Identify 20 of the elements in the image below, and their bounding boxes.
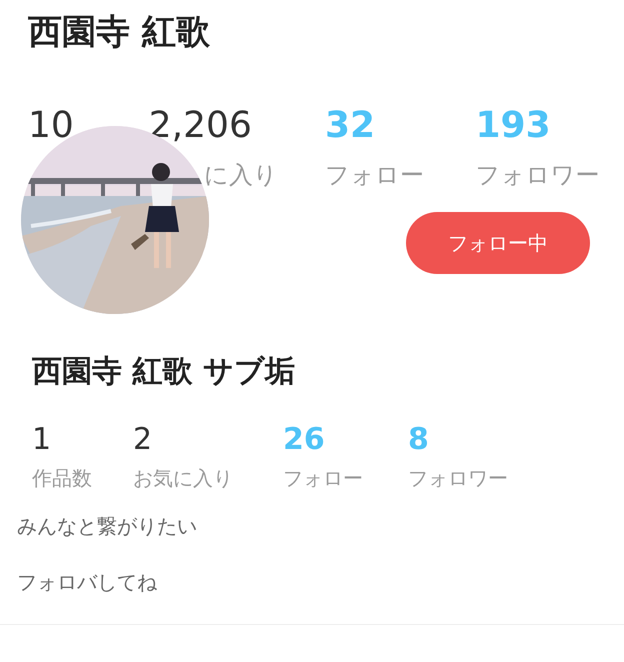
stat-label: フォロワー (475, 160, 600, 191)
sub-account-name: 西園寺 紅歌 サブ垢 (31, 353, 296, 391)
stat-label: フォロー (325, 160, 425, 191)
stat-count: 10 (28, 104, 75, 148)
bio-line: フォロバしてね (17, 569, 158, 596)
stat-count: 26 (283, 422, 326, 458)
stat-label: フォロワー (408, 465, 509, 492)
stat-count: 32 (325, 104, 376, 148)
following-button[interactable]: フォロー中 (406, 212, 590, 274)
stat-label: に入り (204, 160, 279, 191)
stat-label: 作品数 (32, 465, 93, 492)
stat-count: 2,206 (148, 104, 253, 148)
stat-count: 8 (408, 422, 430, 458)
bio-line: みんなと繋がりたい (17, 513, 198, 540)
stat-label: フォロー (283, 465, 364, 492)
stat-count: 1 (32, 422, 52, 458)
stat-count: 193 (475, 104, 552, 148)
profile-name: 西園寺 紅歌 (27, 11, 211, 54)
stat-label: お気に入り (133, 465, 234, 492)
stat-count: 2 (133, 422, 154, 458)
